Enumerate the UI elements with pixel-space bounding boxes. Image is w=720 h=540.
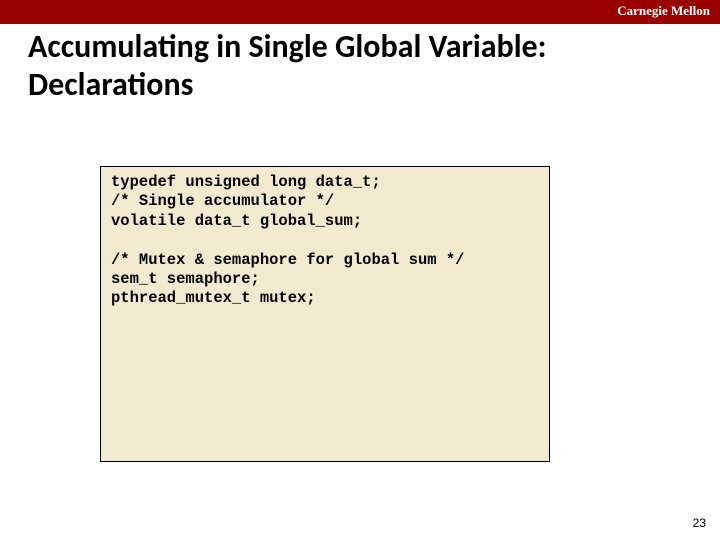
slide: Carnegie Mellon Accumulating in Single G… <box>0 0 720 540</box>
page-number: 23 <box>693 516 706 530</box>
org-label: Carnegie Mellon <box>617 3 710 19</box>
header-bar: Carnegie Mellon <box>0 0 720 24</box>
slide-title: Accumulating in Single Global Variable: … <box>28 28 692 105</box>
code-block: typedef unsigned long data_t; /* Single … <box>100 166 550 462</box>
